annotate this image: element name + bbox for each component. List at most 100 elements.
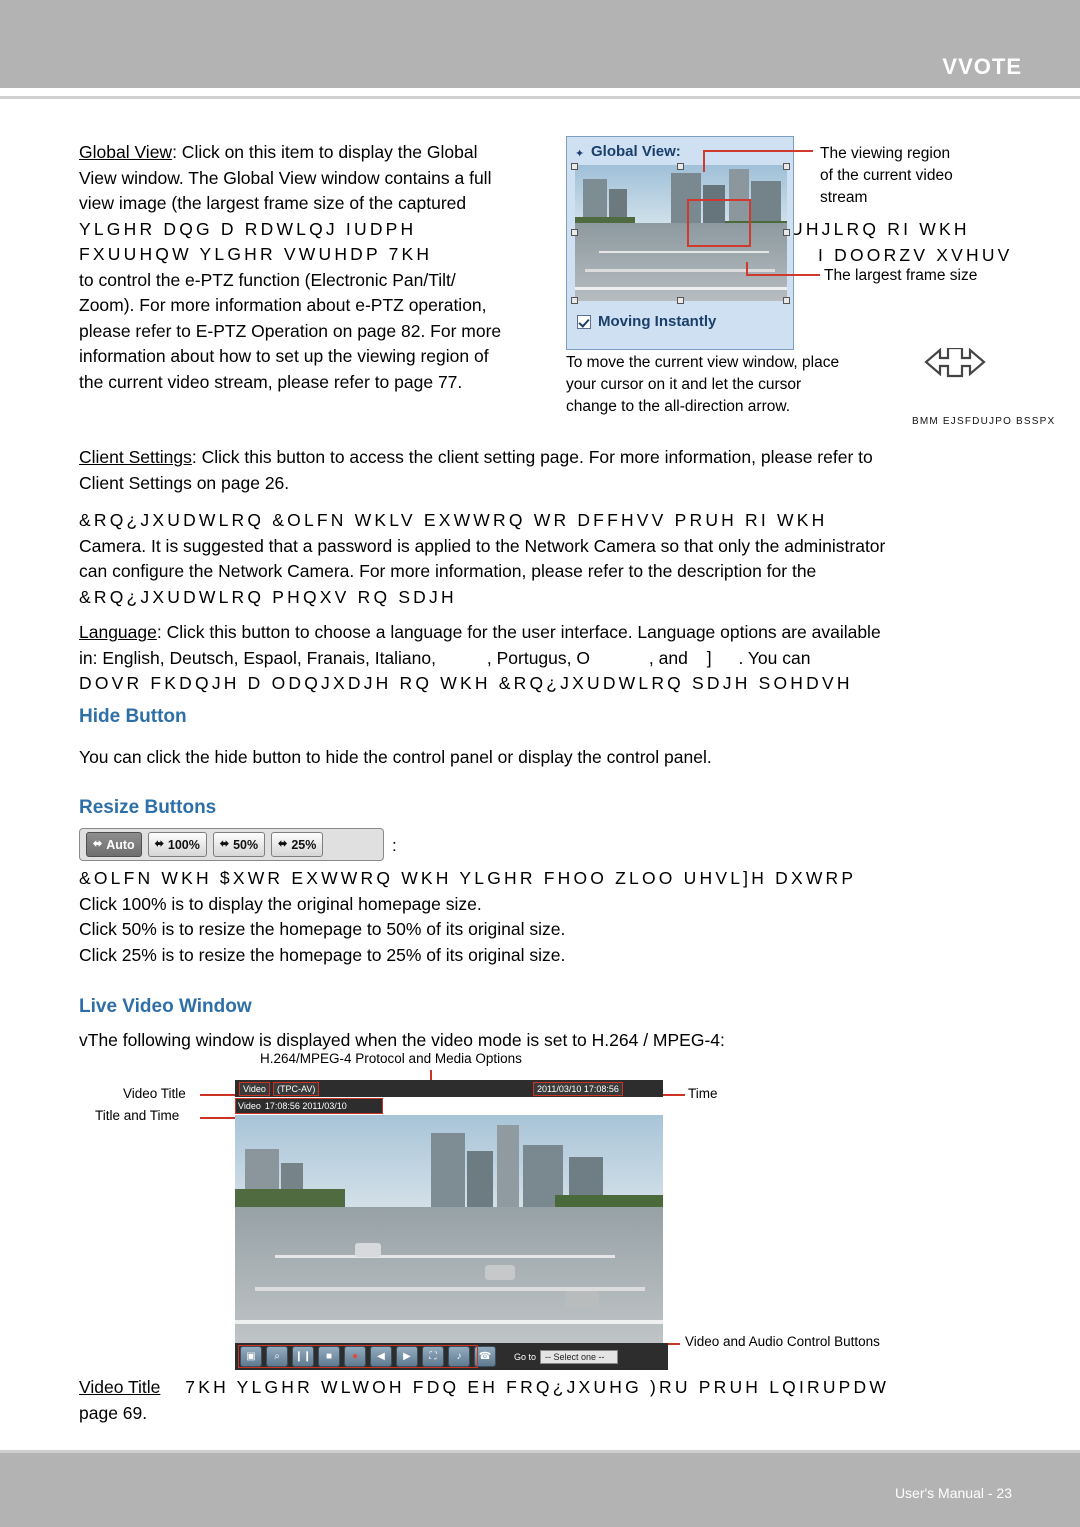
fig-time-label: Time <box>688 1086 718 1101</box>
language-l2d: , Portugu <box>486 647 558 668</box>
resize-button-auto-label: Auto <box>106 837 135 852</box>
global-view-p-l4-right: UHJLRQ RI WKH <box>790 219 970 239</box>
language-l2b: ol, Fran <box>283 647 343 668</box>
configuration-l2: Camera. It is suggested that a password … <box>79 535 886 556</box>
resize-desc-l3: Click 50% is to resize the homepage to 5… <box>79 919 566 939</box>
video-title-term: Video Title <box>79 1377 161 1397</box>
control-buttons-highlight <box>238 1345 478 1368</box>
language-l2a: in: English, Deutsch, Espa <box>79 647 284 668</box>
global-view-p-l10: the current video stream, please refer t… <box>79 371 463 392</box>
leader-viewing-region-h <box>703 150 813 152</box>
language-term: Language <box>79 622 157 642</box>
video-title-paragraph: Video Title 7KH YLGHR WLWOH FDQ EH FRQ¿J… <box>79 1375 1079 1426</box>
moving-instantly-checkbox-row[interactable]: Moving Instantly <box>577 313 716 330</box>
page-header <box>0 0 1080 88</box>
resize-description: &OLFN WKH $XWR EXWWRQ WKH YLGHR FHOO ZLO… <box>79 866 1079 968</box>
language-l1: : Click this button to choose a language… <box>156 622 881 642</box>
live-video-window-heading: Live Video Window <box>79 996 252 1017</box>
fig-video-title-label: Video Title <box>123 1086 186 1101</box>
callout-move-l1: To move the current view window, place <box>566 354 840 371</box>
fig-title-time-leader <box>200 1117 240 1119</box>
resize-button-100-label: 100% <box>167 837 200 852</box>
client-settings-paragraph: Client Settings: Click this button to ac… <box>79 445 1009 496</box>
global-view-p-l3: view image (the largest frame size of th… <box>79 193 467 213</box>
configuration-l4: &RQ¿JXUDWLRQ PHQXV RQ SDJH <box>79 586 457 607</box>
callout-viewing-region-l3: stream <box>820 189 868 206</box>
resize-handle-mr[interactable] <box>783 229 790 236</box>
moving-instantly-label: Moving Instantly <box>598 313 717 330</box>
global-view-region-box[interactable] <box>687 199 751 247</box>
resize-desc-l1: &OLFN WKH $XWR EXWWRQ WKH YLGHR FHOO ZLO… <box>79 868 857 888</box>
resize-button-50-label: 50% <box>233 837 259 852</box>
global-view-p-l7: Zoom). For more information about e-PTZ … <box>79 295 487 315</box>
brand-logo: VVOTE <box>942 54 1022 79</box>
live-video-title-time-bar: Video 17:08:56 2011/03/10 <box>235 1098 383 1114</box>
global-view-p-l4: YLGHR DQG D RDWLQJ IUDPH <box>79 218 417 239</box>
callout-largest-frame: The largest frame size <box>824 267 978 284</box>
resize-handle-bl[interactable] <box>571 297 578 304</box>
callout-viewing-region: The viewing region of the current video … <box>820 143 953 209</box>
moving-instantly-checkbox[interactable] <box>577 314 591 329</box>
global-view-p-l5: FXUUHQW YLGHR VWUHDP 7KH <box>79 244 433 264</box>
global-view-icon: ✦ <box>575 148 585 160</box>
live-video-tag-protocol: (TPC-AV) <box>273 1082 320 1096</box>
language-l2e: s, O <box>557 647 590 668</box>
resize-handle-tc[interactable] <box>677 163 684 170</box>
language-paragraph: Language: Click this button to choose a … <box>79 620 1039 697</box>
live-video-window-figure[interactable]: Video (TPC-AV) 2011/03/10 17:08:56 Video… <box>235 1080 668 1370</box>
goto-select[interactable]: -- Select one -- <box>540 1349 618 1364</box>
fig-protocol-label: H.264/MPEG-4 Protocol and Media Options <box>260 1051 522 1066</box>
resize-handle-tr[interactable] <box>783 163 790 170</box>
live-video-control-bar[interactable]: ▣ ⌕ ❙❙ ■ ● ◀ ▶ ⛶ ♪ ☎ Go to -- Select one… <box>235 1343 668 1370</box>
global-view-p-l8: please refer to E-PTZ Operation on page … <box>79 320 502 341</box>
resize-icon-50: ⬌ <box>219 838 230 850</box>
resize-button-50[interactable]: ⬌ 50% <box>212 832 266 857</box>
live-video-timestamp: 2011/03/10 17:08:56 <box>533 1082 623 1096</box>
resize-handle-ml[interactable] <box>571 229 578 236</box>
configuration-paragraph: &RQ¿JXUDWLRQ &OLFN WKLV EXWWRQ WR DFFHVV… <box>79 508 1039 610</box>
resize-button-25[interactable]: ⬌ 25% <box>271 832 324 857</box>
resize-desc-l2: Click 100% is to display the original ho… <box>79 893 482 914</box>
client-settings-term: Client Settings <box>79 447 192 467</box>
all-direction-arrow-icon <box>918 346 992 414</box>
language-l2g: ] <box>706 647 712 668</box>
fig-controls-label: Video and Audio Control Buttons <box>685 1334 880 1349</box>
fig-title-time-label: Title and Time <box>95 1108 180 1123</box>
resize-handle-bc[interactable] <box>677 297 684 304</box>
live-video-tag-video: Video <box>239 1082 270 1096</box>
resize-button-auto[interactable]: ⬌ Auto <box>86 832 142 857</box>
fig-video-title-leader <box>200 1094 240 1096</box>
callout-viewing-region-l2: of the current video <box>820 167 953 184</box>
client-settings-l2: Client Settings on page 26. <box>79 472 290 493</box>
arrow-caption: BMM EJSFDUJPO BSSPX <box>912 416 1056 427</box>
leader-viewing-region-v <box>703 150 705 172</box>
resize-colon: : <box>392 836 397 855</box>
footer-page-label: User's Manual - 23 <box>894 1485 1012 1501</box>
global-view-term: Global View <box>79 142 173 162</box>
global-view-p-l2: View window. The Global View window cont… <box>79 167 492 188</box>
language-l3: DOVR FKDQJH D ODQJXDJH RQ WKH &RQ¿JXUDWL… <box>79 673 853 693</box>
configuration-l3: can configure the Network Camera. For mo… <box>79 561 817 581</box>
callout-viewing-region-l1: The viewing region <box>820 145 951 162</box>
callout-move-l3: change to the all-direction arrow. <box>566 398 791 415</box>
global-view-window[interactable]: ✦ Global View: Moving Instantly <box>566 136 794 350</box>
resize-button-100[interactable]: ⬌ 100% <box>147 832 207 857</box>
resize-button-25-label: 25% <box>291 837 317 852</box>
client-settings-l1: : Click this button to access the client… <box>191 447 873 467</box>
page-root: VVOTE Global View: Click on this item to… <box>0 0 1080 1527</box>
language-l2h: . You can <box>738 647 811 668</box>
leader-frame-h <box>746 274 820 276</box>
global-view-p-l6: to control the e-PTZ function (Electroni… <box>79 269 456 290</box>
resize-buttons-heading: Resize Buttons <box>79 797 217 818</box>
global-view-p-l9: information about how to set up the view… <box>79 346 489 366</box>
global-view-image[interactable] <box>575 165 787 301</box>
live-video-viewport[interactable] <box>235 1115 663 1343</box>
resize-handle-br[interactable] <box>783 297 790 304</box>
goto-label: Go to <box>514 1351 537 1362</box>
hide-button-text: You can click the hide button to hide th… <box>79 747 712 767</box>
configuration-l1: &RQ¿JXUDWLRQ &OLFN WKLV EXWWRQ WR DFFHVV… <box>79 510 828 530</box>
resize-buttons-toolbar[interactable]: ⬌ Auto ⬌ 100% ⬌ 50% ⬌ 25% <box>79 828 384 861</box>
global-view-paragraph: Global View: Click on this item to displ… <box>79 140 559 395</box>
resize-icon-100: ⬌ <box>154 838 164 850</box>
resize-handle-tl[interactable] <box>571 163 578 170</box>
